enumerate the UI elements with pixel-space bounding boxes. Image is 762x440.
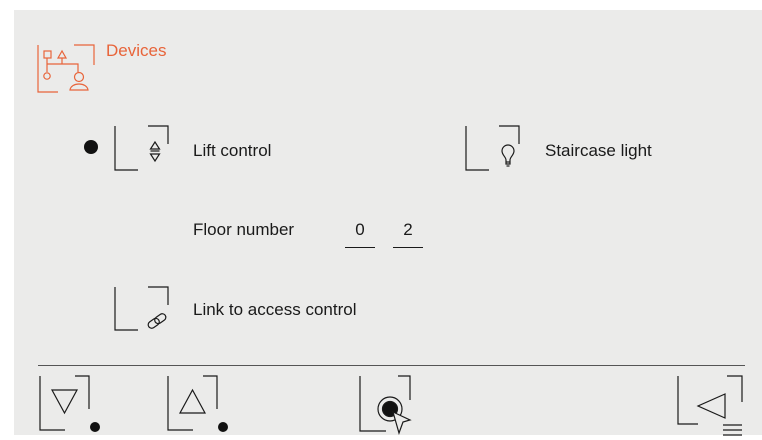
floor-number-label: Floor number — [193, 220, 295, 239]
press-cursor-icon — [377, 396, 412, 435]
focus-dot — [90, 422, 100, 432]
floor-digit-2-underline — [393, 247, 423, 248]
page-title: Devices — [106, 41, 167, 60]
triangle-down-icon — [50, 389, 79, 415]
staircase-light-button[interactable] — [465, 125, 522, 171]
access-control-button[interactable] — [114, 286, 171, 333]
floor-digit-1-underline — [345, 247, 375, 248]
focus-dot — [218, 422, 228, 432]
floor-digit-1[interactable]: 0 — [345, 220, 375, 240]
footer-divider — [38, 365, 745, 366]
staircase-light-label[interactable]: Staircase light — [545, 141, 652, 161]
lightbulb-icon — [501, 144, 515, 167]
lift-control-button[interactable] — [114, 125, 171, 171]
selection-dot — [84, 140, 98, 154]
down-button[interactable] — [39, 375, 100, 435]
floor-digit-2[interactable]: 2 — [393, 220, 423, 240]
back-button[interactable] — [677, 375, 744, 436]
lift-control-label[interactable]: Lift control — [193, 141, 271, 161]
triangle-left-icon — [696, 393, 726, 419]
access-control-label[interactable]: Link to access control — [193, 300, 356, 320]
select-button[interactable] — [359, 375, 428, 435]
devices-icon — [37, 44, 95, 95]
device-screen: Devices Lift control Staircase light Flo… — [14, 10, 762, 436]
menu-lines-icon — [723, 424, 742, 436]
up-button[interactable] — [167, 375, 228, 435]
up-down-arrows-icon — [149, 140, 161, 163]
chain-link-icon — [147, 313, 167, 329]
triangle-up-icon — [178, 388, 207, 414]
